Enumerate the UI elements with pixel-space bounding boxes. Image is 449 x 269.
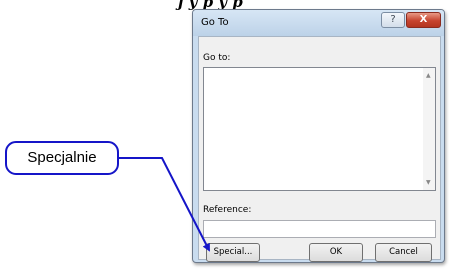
callout-connector <box>119 157 210 252</box>
callout-box: Specjalnie <box>5 141 119 175</box>
callout-label: Specjalnie <box>27 149 97 166</box>
callout-arrow <box>119 157 210 252</box>
